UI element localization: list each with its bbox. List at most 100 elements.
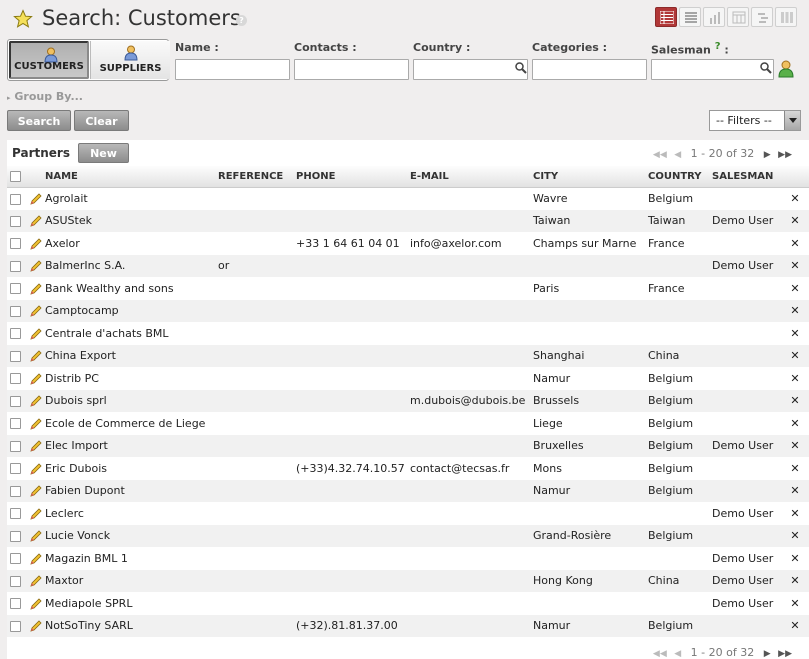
row-checkbox[interactable] (10, 508, 21, 520)
row-checkbox[interactable] (10, 620, 21, 632)
row-checkbox[interactable] (10, 463, 21, 475)
edit-pencil-icon[interactable] (30, 620, 42, 632)
delete-row-icon[interactable]: ✕ (781, 277, 809, 300)
delete-row-icon[interactable]: ✕ (781, 389, 809, 412)
prev-page-icon[interactable]: ◀ (674, 150, 681, 160)
country-search-input[interactable] (413, 59, 528, 80)
delete-row-icon[interactable]: ✕ (781, 412, 809, 435)
row-checkbox[interactable] (10, 238, 21, 250)
delete-row-icon[interactable]: ✕ (781, 547, 809, 570)
table-row[interactable]: NotSoTiny SARL (+32).81.81.37.00 Namur Belg… (7, 614, 809, 637)
edit-pencil-icon[interactable] (30, 530, 42, 542)
gantt-view-button[interactable] (751, 7, 773, 27)
edit-pencil-icon[interactable] (30, 395, 42, 407)
table-row[interactable]: Ecole de Commerce de Liege Liege Belgium ✕ (7, 412, 809, 435)
column-header-reference[interactable]: REFERENCE (215, 166, 293, 188)
first-page-icon-bottom[interactable]: ◀◀ (653, 649, 667, 659)
first-page-icon[interactable]: ◀◀ (653, 150, 667, 160)
delete-row-icon[interactable]: ✕ (781, 209, 809, 232)
edit-pencil-icon[interactable] (30, 575, 42, 587)
delete-row-icon[interactable]: ✕ (781, 569, 809, 592)
name-search-input[interactable] (175, 59, 290, 80)
edit-pencil-icon[interactable] (30, 350, 42, 362)
table-row[interactable]: Bank Wealthy and sons Paris France ✕ (7, 277, 809, 300)
delete-row-icon[interactable]: ✕ (781, 367, 809, 390)
clear-button[interactable]: Clear (74, 110, 129, 131)
list-view-button[interactable] (655, 7, 677, 27)
table-row[interactable]: ASUStek Taiwan Taiwan Demo User ✕ (7, 209, 809, 232)
current-user-filter-icon[interactable] (778, 60, 794, 78)
delete-row-icon[interactable]: ✕ (781, 457, 809, 480)
row-checkbox[interactable] (10, 575, 21, 587)
delete-row-icon[interactable]: ✕ (781, 322, 809, 345)
edit-pencil-icon[interactable] (30, 305, 42, 317)
favorite-star-icon[interactable] (13, 9, 33, 29)
kanban-view-button[interactable] (775, 7, 797, 27)
table-row[interactable]: Elec Import Bruxelles Belgium Demo User ✕ (7, 434, 809, 457)
salesman-search-input[interactable] (651, 59, 774, 80)
edit-pencil-icon[interactable] (30, 260, 42, 272)
country-search-icon[interactable] (515, 62, 527, 74)
column-header-salesman[interactable]: SALESMAN (709, 166, 781, 188)
table-row[interactable]: Camptocamp ✕ (7, 299, 809, 322)
delete-row-icon[interactable]: ✕ (781, 524, 809, 547)
table-row[interactable]: Magazin BML 1 Demo User ✕ (7, 547, 809, 570)
table-row[interactable]: Agrolait Wavre Belgium ✕ (7, 187, 809, 210)
delete-row-icon[interactable]: ✕ (781, 592, 809, 615)
row-checkbox[interactable] (10, 395, 21, 407)
row-checkbox[interactable] (10, 598, 21, 610)
help-icon[interactable]: ? (236, 15, 247, 26)
table-row[interactable]: Eric Dubois (+33)4.32.74.10.57 contact@tec… (7, 457, 809, 480)
table-row[interactable]: Mediapole SPRL Demo User ✕ (7, 592, 809, 615)
delete-row-icon[interactable]: ✕ (781, 614, 809, 637)
select-all-checkbox[interactable] (10, 170, 21, 182)
row-checkbox[interactable] (10, 373, 21, 385)
table-row[interactable]: Dubois sprl m.dubois@dubois.be Brussels Bel… (7, 389, 809, 412)
column-header-country[interactable]: COUNTRY (645, 166, 709, 188)
edit-pencil-icon[interactable] (30, 418, 42, 430)
delete-row-icon[interactable]: ✕ (781, 187, 809, 210)
edit-pencil-icon[interactable] (30, 463, 42, 475)
salesman-search-icon[interactable] (760, 62, 772, 74)
table-row[interactable]: Maxtor Hong Kong China Demo User ✕ (7, 569, 809, 592)
table-row[interactable]: Fabien Dupont Namur Belgium ✕ (7, 479, 809, 502)
next-page-icon-bottom[interactable]: ▶ (764, 649, 771, 659)
delete-row-icon[interactable]: ✕ (781, 344, 809, 367)
form-view-button[interactable] (679, 7, 701, 27)
customers-filter-button[interactable]: CUSTOMERS (9, 41, 89, 79)
calendar-view-button[interactable] (727, 7, 749, 27)
column-header-email[interactable]: E-MAIL (407, 166, 530, 188)
edit-pencil-icon[interactable] (30, 553, 42, 565)
column-header-city[interactable]: CITY (530, 166, 645, 188)
table-row[interactable]: Centrale d'achats BML ✕ (7, 322, 809, 345)
row-checkbox[interactable] (10, 193, 21, 205)
last-page-icon[interactable]: ▶▶ (778, 150, 792, 160)
row-checkbox[interactable] (10, 530, 21, 542)
row-checkbox[interactable] (10, 485, 21, 497)
prev-page-icon-bottom[interactable]: ◀ (674, 649, 681, 659)
edit-pencil-icon[interactable] (30, 485, 42, 497)
edit-pencil-icon[interactable] (30, 440, 42, 452)
edit-pencil-icon[interactable] (30, 328, 42, 340)
edit-pencil-icon[interactable] (30, 508, 42, 520)
next-page-icon[interactable]: ▶ (764, 150, 771, 160)
delete-row-icon[interactable]: ✕ (781, 299, 809, 322)
row-checkbox[interactable] (10, 328, 21, 340)
row-checkbox[interactable] (10, 283, 21, 295)
graph-view-button[interactable] (703, 7, 725, 27)
row-checkbox[interactable] (10, 305, 21, 317)
contacts-search-input[interactable] (294, 59, 409, 80)
row-checkbox[interactable] (10, 440, 21, 452)
edit-pencil-icon[interactable] (30, 193, 42, 205)
table-row[interactable]: China Export Shanghai China ✕ (7, 344, 809, 367)
table-row[interactable]: Axelor +33 1 64 61 04 01 info@axelor.com Ch… (7, 232, 809, 255)
filters-dropdown[interactable]: -- Filters -- (709, 110, 801, 131)
last-page-icon-bottom[interactable]: ▶▶ (778, 649, 792, 659)
new-partner-button[interactable]: New (78, 143, 129, 163)
delete-row-icon[interactable]: ✕ (781, 479, 809, 502)
edit-pencil-icon[interactable] (30, 598, 42, 610)
edit-pencil-icon[interactable] (30, 373, 42, 385)
salesman-help-icon[interactable]: ? (715, 41, 721, 52)
categories-search-input[interactable] (532, 59, 647, 80)
delete-row-icon[interactable]: ✕ (781, 502, 809, 525)
